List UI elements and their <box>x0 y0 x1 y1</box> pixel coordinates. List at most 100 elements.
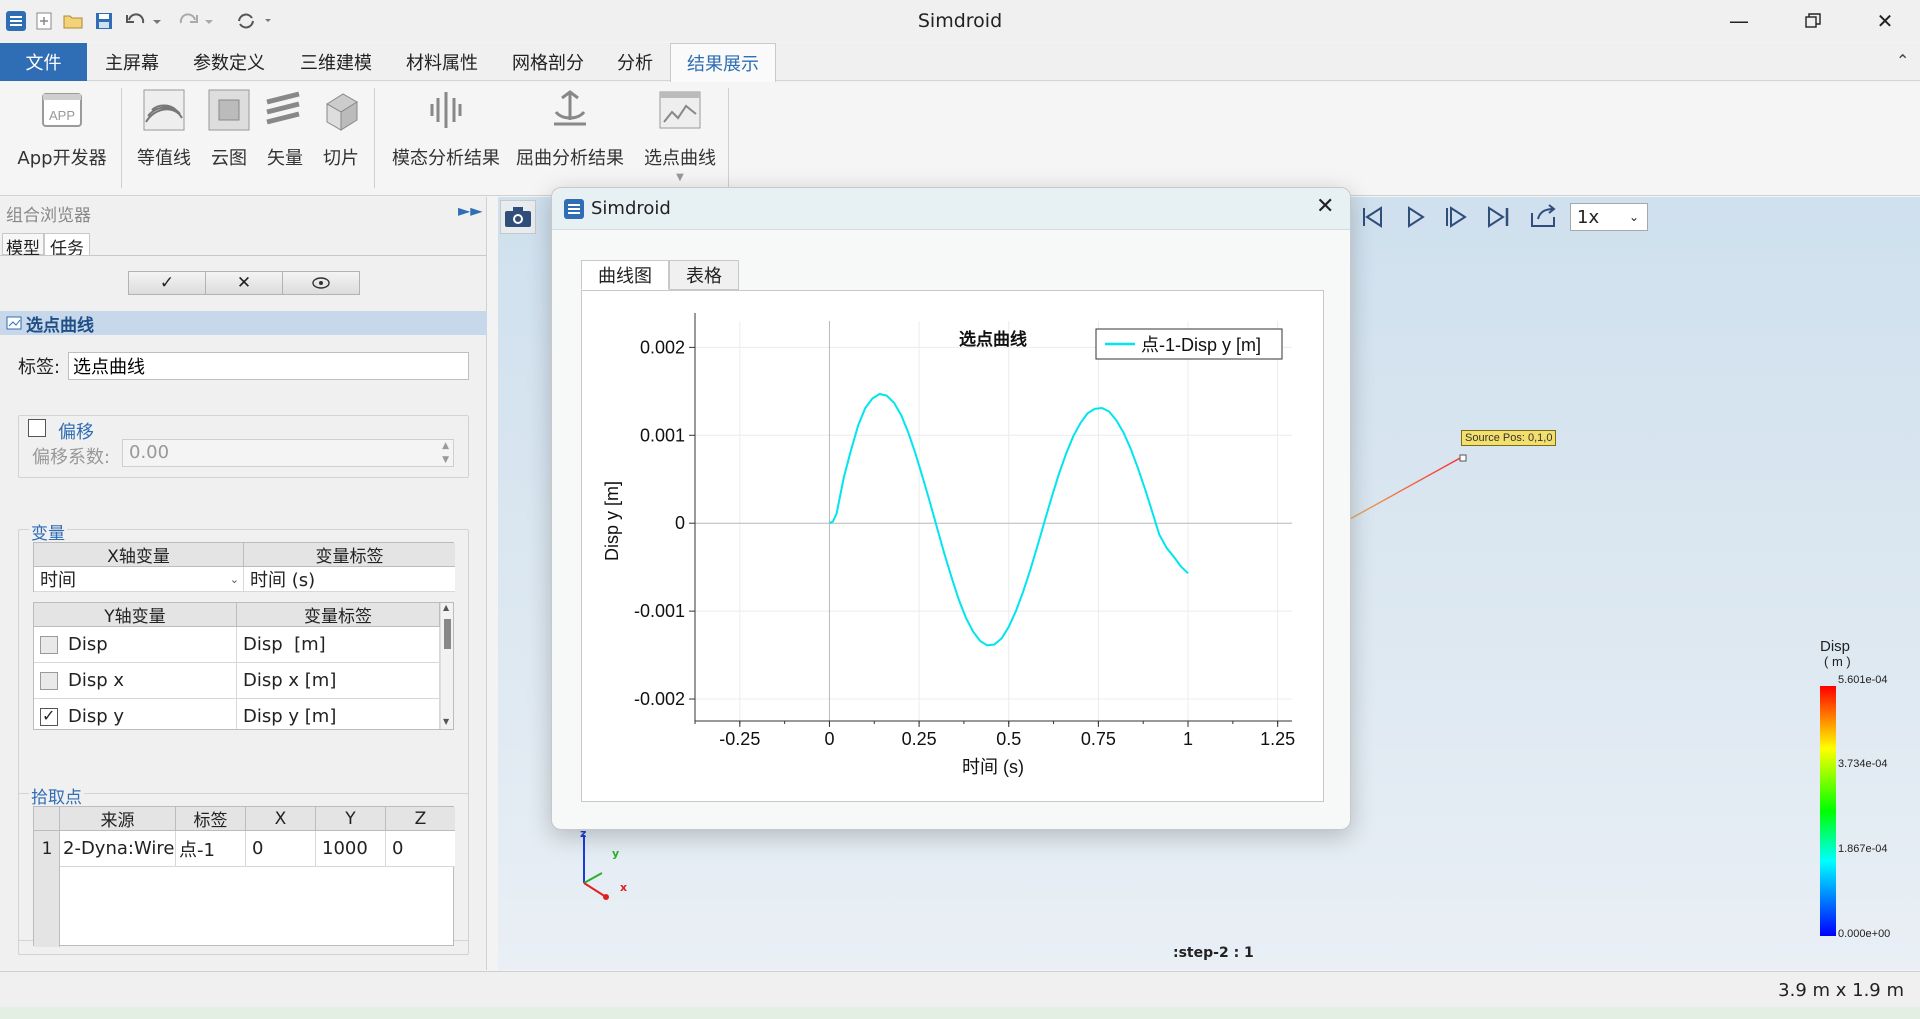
minimize-icon[interactable]: — <box>1716 6 1762 36</box>
source-header: 来源 <box>60 807 176 831</box>
close-icon[interactable]: ✕ <box>1862 6 1908 36</box>
x-tick-label: -0.25 <box>719 729 760 749</box>
x-variable-select[interactable]: 时间 ⌄ <box>34 567 244 592</box>
x-tick-label: 0 <box>824 729 834 749</box>
x-variable-table: X轴变量 变量标签 时间 ⌄ 时间 (s) <box>33 542 455 592</box>
collapse-ribbon-icon[interactable]: ⌃ <box>1896 51 1909 70</box>
vector-label: 矢量 <box>267 148 303 169</box>
x-axis-title: 时间 (s) <box>962 757 1024 777</box>
y-row-disp-y[interactable]: ✓ Disp y <box>34 699 237 729</box>
panel-header: 组合浏览器 <box>6 206 91 226</box>
scroll-down-icon[interactable]: ▼ <box>443 717 449 726</box>
scrollbar-thumb[interactable] <box>444 619 451 649</box>
menu-3d-modeling[interactable]: 三维建模 <box>287 43 385 81</box>
cloud-map-button[interactable]: 云图 <box>202 88 256 170</box>
app-developer-button[interactable]: APP App开发器 <box>14 88 110 170</box>
previous-frame-button[interactable] <box>1356 202 1390 232</box>
menu-home[interactable]: 主屏幕 <box>92 43 172 81</box>
spinbox-arrows-icon[interactable]: ▲ ▼ <box>442 439 449 467</box>
menu-analysis[interactable]: 分析 <box>606 43 664 81</box>
slice-icon <box>319 88 363 132</box>
tag-header: 标签 <box>176 807 246 831</box>
tab-curve-plot[interactable]: 曲线图 <box>581 260 669 290</box>
export-icon <box>1531 204 1556 227</box>
slice-button[interactable]: 切片 <box>314 88 368 170</box>
camera-icon <box>505 207 531 227</box>
restore-icon[interactable] <box>1790 6 1836 36</box>
menu-parameters[interactable]: 参数定义 <box>180 43 278 81</box>
label-input[interactable] <box>68 352 469 380</box>
menu-material[interactable]: 材料属性 <box>393 43 491 81</box>
buckling-results-button[interactable]: 屈曲分析结果 <box>512 88 628 170</box>
source-pos-label: Source Pos: 0,1,0 <box>1461 430 1557 446</box>
app-developer-label: App开发器 <box>17 148 107 169</box>
tag-cell[interactable]: 点-1 <box>176 831 246 867</box>
legend-tick: 3.734e-04 <box>1838 758 1888 770</box>
y-row-name: Disp x <box>68 670 125 691</box>
x-cell[interactable]: 0 <box>246 831 316 867</box>
screenshot-button[interactable] <box>500 200 536 234</box>
ribbon-separator <box>728 88 729 188</box>
play-icon <box>1408 206 1425 228</box>
x-label-cell[interactable]: 时间 (s) <box>244 567 455 592</box>
menu-results[interactable]: 结果展示 <box>670 43 776 82</box>
preview-button[interactable] <box>283 272 359 294</box>
play-button[interactable] <box>1398 202 1432 232</box>
y-row-checkbox[interactable] <box>40 635 58 654</box>
taskbar-strip <box>0 1007 1920 1019</box>
cloud-map-icon <box>207 88 251 132</box>
dialog-titlebar[interactable]: Simdroid ✕ <box>552 188 1350 230</box>
buckling-results-icon <box>548 88 592 132</box>
tab-table[interactable]: 表格 <box>669 260 739 290</box>
next-frame-button[interactable] <box>1440 202 1474 232</box>
legend-tick: 1.867e-04 <box>1838 843 1888 855</box>
dialog-close-icon[interactable]: ✕ <box>1316 194 1334 219</box>
modal-results-button[interactable]: 模态分析结果 <box>386 88 506 170</box>
cancel-button[interactable]: ✕ <box>206 272 283 294</box>
ribbon-separator <box>121 88 122 188</box>
menu-mesh[interactable]: 网格剖分 <box>499 43 597 81</box>
x-header: X <box>246 807 316 831</box>
last-frame-button[interactable] <box>1482 202 1516 232</box>
y-row-label[interactable]: Disp y [m] <box>237 699 440 729</box>
y-label-header: 变量标签 <box>237 603 440 627</box>
ok-button[interactable]: ✓ <box>129 272 206 294</box>
close-icon: ✕ <box>236 273 252 293</box>
step-back-icon <box>1363 206 1382 228</box>
export-button[interactable] <box>1526 200 1562 232</box>
tab-model[interactable]: 模型 <box>2 233 44 259</box>
x-variable-value: 时间 <box>40 570 76 591</box>
y-row-label[interactable]: Disp x [m] <box>237 663 440 699</box>
x-tick-label: 0.5 <box>996 729 1021 749</box>
contour-icon <box>142 88 186 132</box>
scroll-up-icon[interactable]: ▲ <box>443 603 449 612</box>
offset-checkbox[interactable] <box>28 419 46 437</box>
speed-select[interactable]: 1x ⌄ <box>1570 203 1648 231</box>
y-tick-label: 0 <box>675 513 685 533</box>
y-row-disp[interactable]: Disp <box>34 627 237 663</box>
y-table-scrollbar[interactable]: ▲ ▼ <box>440 603 453 729</box>
y-row-label[interactable]: Disp [m] <box>237 627 440 663</box>
offset-coef-value: 0.00 <box>129 442 170 463</box>
y-row-checkbox-checked[interactable]: ✓ <box>40 706 58 726</box>
y-row-checkbox[interactable] <box>40 671 58 690</box>
tab-task[interactable]: 任务 <box>44 233 90 259</box>
svg-text:APP: APP <box>49 108 75 123</box>
chevron-down-icon[interactable]: ▼ <box>676 172 684 183</box>
z-cell[interactable]: 0 <box>386 831 455 867</box>
expand-panel-icon[interactable]: ►► <box>458 201 483 220</box>
section-header: 选点曲线 <box>0 311 487 336</box>
slice-label: 切片 <box>323 148 359 169</box>
vector-button[interactable]: 矢量 <box>258 88 312 170</box>
point-curve-button[interactable]: 选点曲线 ▼ <box>636 88 724 183</box>
menu-file[interactable]: 文件 <box>0 43 87 81</box>
source-cell[interactable]: 2-Dyna:Wire <box>60 831 176 867</box>
step-label: :step-2 : 1 <box>1173 945 1254 961</box>
x-label-header: 变量标签 <box>244 543 455 567</box>
y-cell[interactable]: 1000 <box>316 831 386 867</box>
contour-button[interactable]: 等值线 <box>132 88 196 170</box>
y-row-disp-x[interactable]: Disp x <box>34 663 237 699</box>
offset-coef-input[interactable]: 0.00 ▲ ▼ <box>122 439 454 467</box>
y-tick-label: -0.001 <box>634 601 685 621</box>
app-icon: APP <box>40 88 84 132</box>
